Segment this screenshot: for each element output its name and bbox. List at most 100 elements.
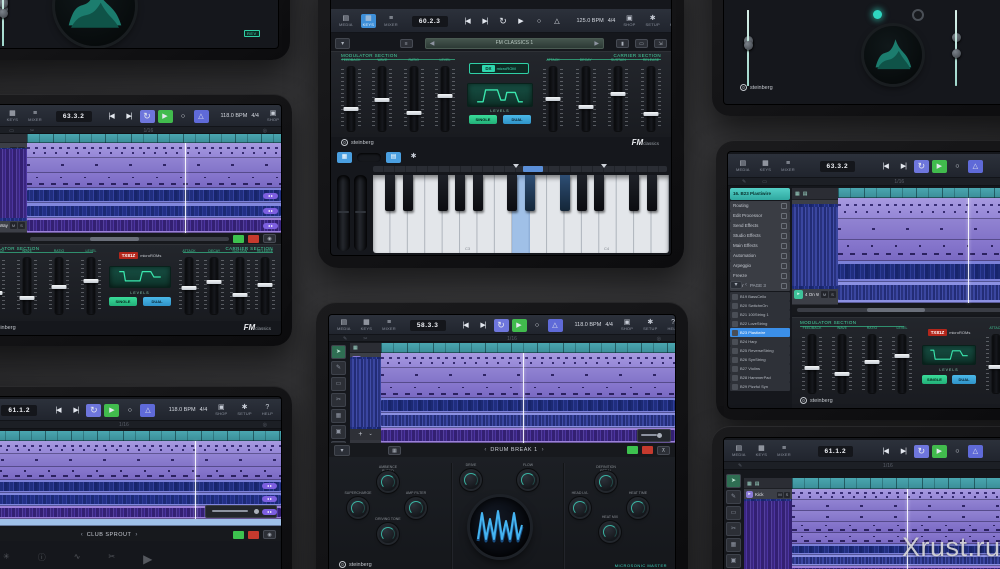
range-handle-left[interactable]: [513, 164, 519, 168]
black-key[interactable]: [507, 175, 518, 211]
piano-keyboard[interactable]: C3 C4: [373, 175, 669, 253]
add-track-button[interactable]: [233, 530, 244, 539]
fm-slider[interactable]: DECAY: [575, 58, 596, 131]
pencil-icon[interactable]: ✎: [742, 179, 746, 185]
pencil-icon[interactable]: ✎: [738, 463, 742, 469]
metronome-button[interactable]: [550, 15, 565, 28]
erase-tool-button[interactable]: ▭: [726, 506, 741, 520]
playhead[interactable]: [195, 441, 196, 519]
playhead-position[interactable]: 60.2.3: [411, 15, 448, 27]
add-track-row[interactable]: + ⌄: [350, 428, 381, 440]
selected-lane-strip[interactable]: [0, 519, 281, 526]
fm-slider[interactable]: SUSTAIN: [608, 58, 629, 131]
velocity-slider[interactable]: [357, 152, 381, 162]
solo-button[interactable]: S: [18, 222, 25, 229]
go-to-end-button[interactable]: [896, 445, 911, 458]
snap-value[interactable]: 1/16: [119, 422, 129, 428]
morph-rate-knob[interactable]: [873, 10, 882, 19]
split-tool-button[interactable]: ✂: [726, 522, 741, 536]
setup-button[interactable]: SETUP: [641, 318, 659, 332]
preset-item[interactable]: B25 ReverseString: [730, 346, 790, 355]
dual-mode-button[interactable]: DUAL: [143, 297, 171, 306]
zoom-icon[interactable]: ◎: [657, 336, 661, 342]
eraser-icon[interactable]: ▭: [762, 179, 767, 185]
go-to-end-button[interactable]: [896, 160, 911, 173]
playhead[interactable]: [968, 198, 969, 303]
go-to-start-button[interactable]: [878, 445, 893, 458]
black-key[interactable]: [402, 175, 413, 211]
track-lane[interactable]: [27, 158, 281, 173]
tempo-display[interactable]: 118.0 BPM 4/4: [169, 407, 207, 413]
blend-knob[interactable]: [912, 9, 924, 21]
black-key[interactable]: [455, 175, 466, 211]
track-lane[interactable]: [381, 353, 675, 368]
media-button[interactable]: MEDIA: [335, 318, 353, 332]
black-key[interactable]: [646, 175, 657, 211]
clip-fwd-icon[interactable]: ›: [542, 447, 544, 453]
metronome-button[interactable]: [967, 159, 983, 173]
fm-slider[interactable]: ATTACK: [543, 58, 563, 131]
fm-slider[interactable]: FEEDBACK: [0, 249, 5, 314]
draw-tool-button[interactable]: ✎: [331, 361, 346, 375]
save-preset-button[interactable]: ▮: [616, 38, 629, 48]
zoom-icon[interactable]: ◎: [263, 422, 267, 428]
record-button[interactable]: [950, 160, 965, 173]
mod-wheel[interactable]: [354, 175, 367, 251]
synth-fader[interactable]: [743, 10, 753, 86]
clip-name[interactable]: DRUM BREAK 1: [490, 447, 537, 453]
cycle-button[interactable]: [493, 318, 509, 332]
track-lane[interactable]: [27, 173, 281, 188]
track-lane[interactable]: [792, 511, 1000, 522]
cycle-button[interactable]: [139, 109, 155, 123]
fm-slider[interactable]: LEVEL: [434, 58, 455, 131]
track-lane[interactable]: [838, 219, 1000, 240]
pointer-tool-button[interactable]: ➤: [331, 345, 346, 359]
black-key-pressed[interactable]: [524, 175, 535, 211]
fm-slider[interactable]: WAVE: [17, 249, 37, 314]
timeline-ruler[interactable]: [838, 188, 1000, 198]
playhead[interactable]: [185, 143, 186, 233]
split-tool-button[interactable]: ✂: [331, 393, 346, 407]
erase-tool-button[interactable]: ▭: [331, 377, 346, 391]
go-to-end-button[interactable]: [68, 404, 83, 417]
solo-button[interactable]: S: [784, 491, 790, 498]
go-to-end-button[interactable]: [476, 319, 491, 332]
help-button[interactable]: HELP: [668, 14, 671, 28]
preset-item[interactable]: B21 100String 1: [730, 310, 790, 319]
track-lane[interactable]: [792, 489, 1000, 500]
plugin-menu-button[interactable]: ≡: [399, 38, 413, 48]
timeline-ruler[interactable]: [27, 134, 281, 143]
record-button[interactable]: [950, 445, 965, 458]
inspector-item[interactable]: Send Effects: [730, 221, 790, 231]
play-button[interactable]: [511, 318, 527, 332]
inspector-item[interactable]: Routing: [730, 201, 790, 211]
inspector-item[interactable]: Studio Effects: [730, 231, 790, 241]
dual-mode-button[interactable]: DUAL: [503, 115, 531, 124]
track-lane[interactable]: [381, 383, 675, 398]
keys-setup-button[interactable]: [406, 152, 421, 162]
track-lane[interactable]: [27, 143, 281, 158]
go-to-start-button[interactable]: [50, 404, 65, 417]
collapse-button[interactable]: [730, 281, 742, 289]
metronome-button[interactable]: [547, 318, 563, 332]
playhead-position[interactable]: 61.1.2: [1, 404, 38, 416]
pointer-tool-button[interactable]: ➤: [726, 474, 741, 488]
chord-mode-button[interactable]: ▤: [386, 151, 401, 163]
clip-back-icon[interactable]: ‹: [484, 447, 486, 453]
keys-mode-button[interactable]: ▦: [337, 151, 352, 163]
fm-slider[interactable]: ATTACK: [179, 249, 199, 314]
clip-trim-handle[interactable]: [262, 496, 277, 502]
glue-tool-button[interactable]: ▦: [331, 409, 346, 423]
playhead-position[interactable]: 63.3.2: [819, 160, 856, 172]
auto-scroll-button[interactable]: ⊼: [657, 445, 671, 455]
inspector-item[interactable]: Edit Processor: [730, 211, 790, 221]
go-to-end-button[interactable]: [478, 15, 493, 28]
record-button[interactable]: [122, 404, 137, 417]
keys-button[interactable]: KEYS: [360, 14, 377, 28]
inspector-item[interactable]: Main Effects: [730, 241, 790, 251]
expand-button[interactable]: ⇲: [654, 38, 667, 48]
keys-button[interactable]: KEYS: [754, 444, 769, 458]
loop-fwd-icon[interactable]: ›: [135, 532, 137, 538]
auto-scroll-button[interactable]: ◉: [263, 530, 276, 539]
play-button[interactable]: [931, 159, 947, 173]
